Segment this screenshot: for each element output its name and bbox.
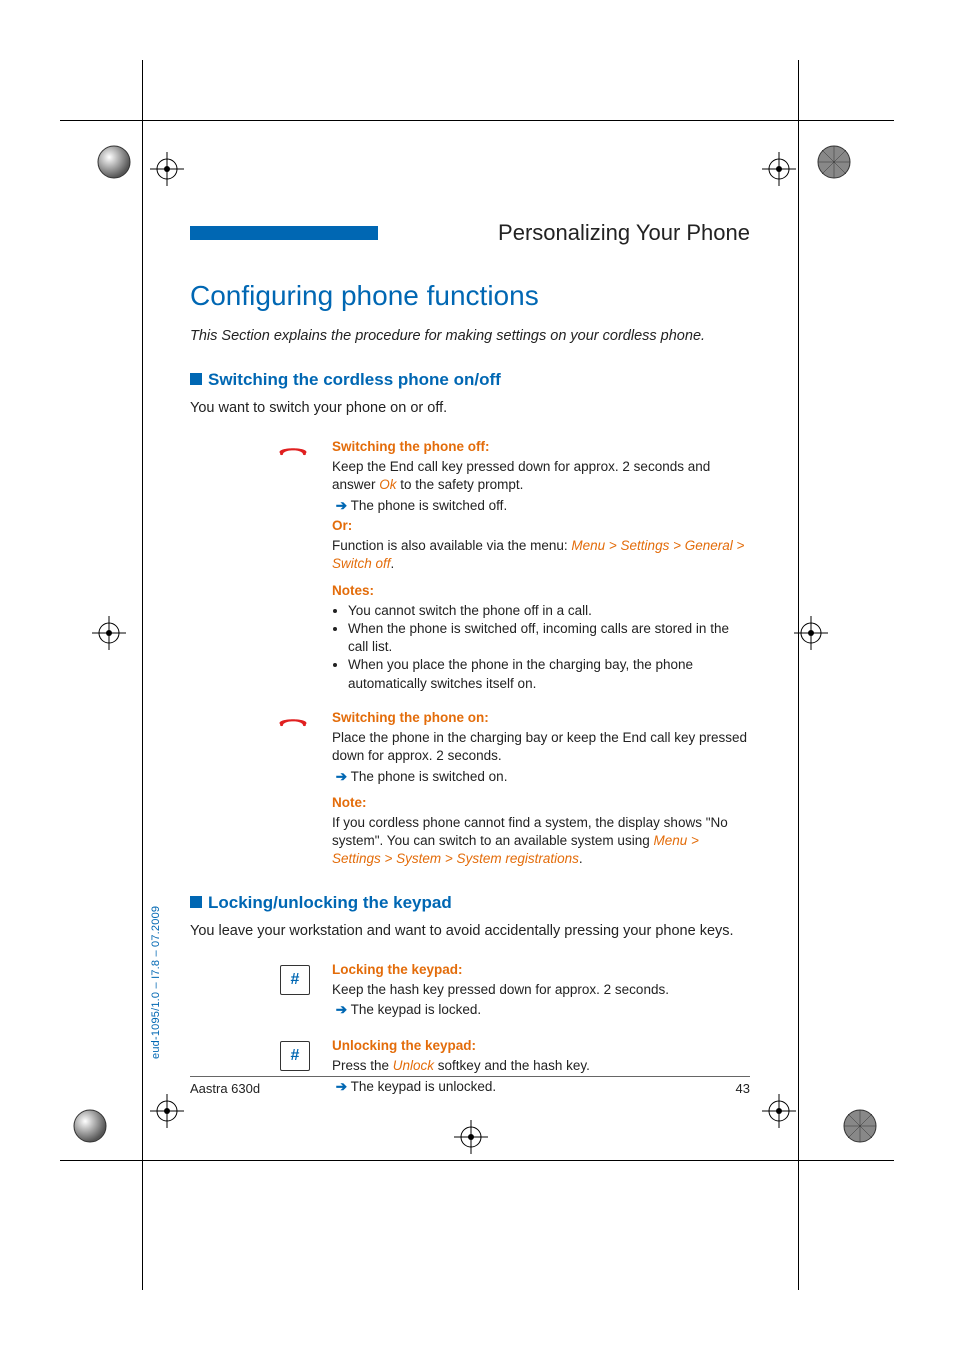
notes-label: Notes: [332, 583, 374, 598]
switch-on-label: Switching the phone on: [332, 710, 489, 725]
step-switch-on: Switching the phone on: Place the phone … [190, 709, 750, 871]
switch-on-body: Place the phone in the charging bay or k… [332, 729, 750, 765]
section2-desc: You leave your workstation and want to a… [190, 923, 750, 939]
header-title: Personalizing Your Phone [498, 220, 750, 246]
print-sphere-icon [816, 144, 852, 180]
switch-on-result: ➔ The phone is switched on. [332, 768, 750, 786]
switch-on-note: If you cordless phone cannot find a syst… [332, 814, 750, 869]
registration-mark-icon [92, 616, 126, 650]
footer-product: Aastra 630d [190, 1081, 260, 1096]
section1-desc: You want to switch your phone on or off. [190, 400, 750, 416]
registration-mark-icon [150, 1094, 184, 1128]
registration-mark-icon [454, 1120, 488, 1154]
registration-mark-icon [150, 152, 184, 186]
hash-key-icon: # [280, 965, 310, 995]
unlock-label: Unlocking the keypad: [332, 1038, 476, 1053]
section-heading-text: Switching the cordless phone on/off [208, 370, 501, 389]
print-sphere-icon [72, 1108, 108, 1144]
intro-text: This Section explains the procedure for … [190, 328, 750, 344]
switch-off-result: ➔ The phone is switched off. [332, 497, 750, 515]
page-footer: Aastra 630d 43 [190, 1076, 750, 1096]
switch-off-label: Switching the phone off: [332, 439, 489, 454]
switch-off-body: Keep the End call key pressed down for a… [332, 458, 750, 494]
section-heading-text: Locking/unlocking the keypad [208, 893, 452, 912]
note-label: Note: [332, 795, 367, 810]
page-content: Personalizing Your Phone Configuring pho… [190, 220, 750, 1114]
lock-result: ➔ The keypad is locked. [332, 1001, 750, 1019]
switch-off-menu: Function is also available via the menu:… [332, 537, 750, 573]
print-sphere-icon [842, 1108, 878, 1144]
lock-label: Locking the keypad: [332, 962, 463, 977]
document-id: eud-1095/1.0 – I7.8 – 07.2009 [150, 906, 162, 1059]
page-title: Configuring phone functions [190, 280, 750, 312]
square-bullet-icon [190, 896, 202, 908]
page-header: Personalizing Your Phone [190, 220, 750, 246]
or-label: Or: [332, 518, 352, 533]
note-item: When you place the phone in the charging… [348, 656, 750, 692]
footer-page-number: 43 [736, 1081, 750, 1096]
registration-mark-icon [794, 616, 828, 650]
section-heading-locking: Locking/unlocking the keypad [190, 893, 750, 913]
lock-body: Keep the hash key pressed down for appro… [332, 981, 750, 999]
registration-mark-icon [762, 1094, 796, 1128]
hash-key-icon: # [280, 1041, 310, 1071]
header-accent-bar [190, 226, 378, 240]
end-call-icon [276, 442, 310, 460]
square-bullet-icon [190, 373, 202, 385]
section-heading-switching: Switching the cordless phone on/off [190, 370, 750, 390]
note-item: You cannot switch the phone off in a cal… [348, 602, 750, 620]
step-lock-keypad: # Locking the keypad: Keep the hash key … [190, 961, 750, 1022]
unlock-body: Press the Unlock softkey and the hash ke… [332, 1057, 750, 1075]
print-sphere-icon [96, 144, 132, 180]
end-call-icon [276, 713, 310, 731]
notes-list: You cannot switch the phone off in a cal… [332, 602, 750, 693]
note-item: When the phone is switched off, incoming… [348, 620, 750, 656]
registration-mark-icon [762, 152, 796, 186]
step-switch-off: Switching the phone off: Keep the End ca… [190, 438, 750, 693]
